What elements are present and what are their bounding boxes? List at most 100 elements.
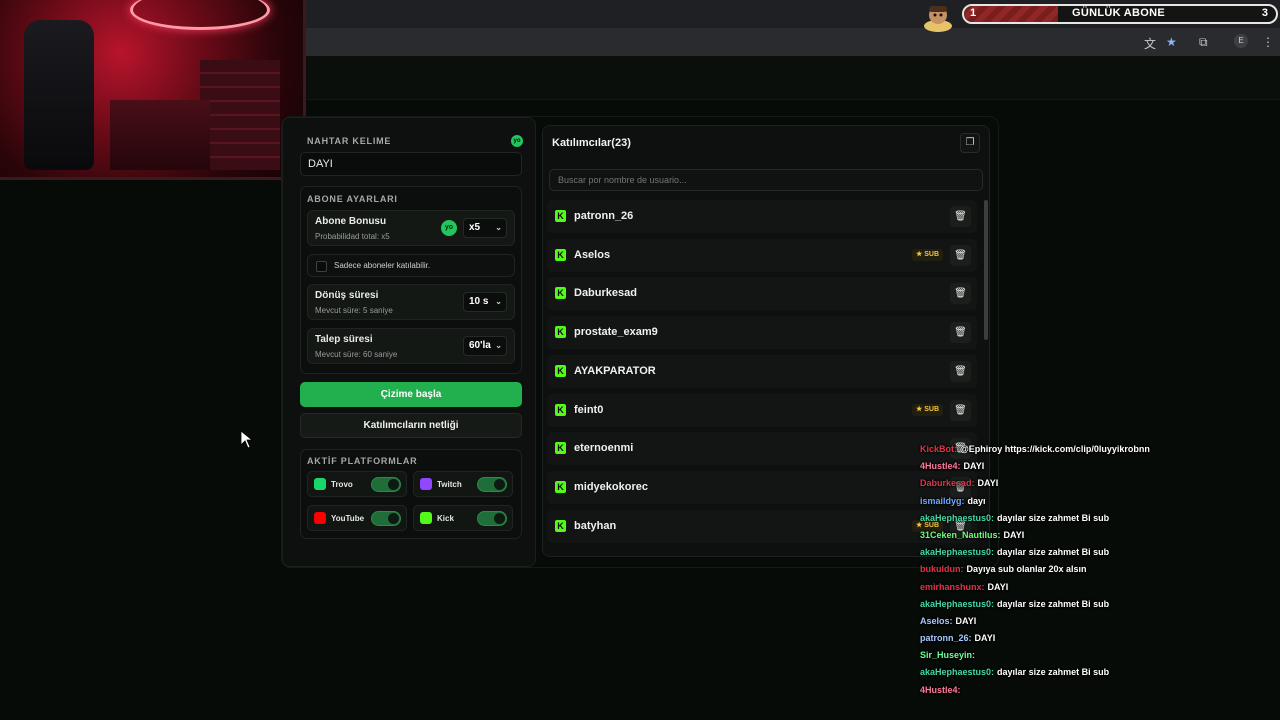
menu-icon[interactable]: ⋮ <box>1262 35 1274 49</box>
chevron-down-icon: ⌄ <box>495 341 502 350</box>
claim-duration-select[interactable]: 60'la ⌄ <box>463 336 507 356</box>
participant-row: Kpatronn_26 🗑 <box>547 200 977 233</box>
star-icon[interactable]: ★ <box>1166 35 1177 49</box>
platform-twitch-name: Twitch <box>437 480 462 489</box>
only-subs-checkbox[interactable] <box>316 261 327 272</box>
participant-name: batyhan <box>574 519 617 532</box>
delete-icon[interactable]: 🗑 <box>950 360 971 382</box>
chat-text: dayılar size zahmet Bi sub <box>997 598 1110 609</box>
chat-message: patronn_26: DAYI <box>920 633 1280 650</box>
participant-name: Aselos <box>574 248 611 261</box>
keyword-label: NAHTAR KELIME <box>307 136 392 146</box>
subscriber-goal-bar: 1 GÜNLÜK ABONE 3 <box>962 4 1278 24</box>
chat-message: 4Hustle4: <box>920 685 1280 702</box>
trovo-toggle[interactable] <box>371 477 401 492</box>
spin-duration-select[interactable]: 10 s ⌄ <box>463 292 507 312</box>
scrollbar[interactable] <box>984 200 988 340</box>
chat-username: akaHephaestus0: <box>920 667 995 678</box>
chat-text: dayı <box>967 495 986 506</box>
translate-icon[interactable]: 文 <box>1144 35 1156 52</box>
platform-trovo: Trovo <box>307 471 407 497</box>
delete-icon[interactable]: 🗑 <box>950 399 971 421</box>
chat-username: 4Hustle4: <box>920 461 961 472</box>
participant-name: feint0 <box>574 403 604 416</box>
chat-username: ismaildyg: <box>920 495 965 506</box>
platform-kick: Kick <box>413 505 513 531</box>
bonus-badge: yo <box>441 220 457 236</box>
chat-message: akaHephaestus0: dayılar size zahmet Bi su… <box>920 599 1280 616</box>
goal-target: 3 <box>1261 7 1268 19</box>
chat-text: dayılar size zahmet Bi sub <box>997 547 1110 558</box>
kick-icon: K <box>555 248 566 261</box>
chat-message: Aselos: DAYI <box>920 616 1280 633</box>
chat-username: akaHephaestus0: <box>920 598 995 609</box>
chat-text: dayılar size zahmet Bi sub <box>997 667 1110 678</box>
delete-icon[interactable]: 🗑 <box>950 322 971 344</box>
chat-message: KickBot: @Ephiroy https://kick.com/clip/0… <box>920 444 1280 461</box>
sub-badge: ★ SUB <box>911 403 943 416</box>
webcam-overlay <box>0 0 306 180</box>
chat-message: 31Ceken_Nautilus: DAYI <box>920 530 1280 547</box>
participants-title: Katılımcılar(23) <box>552 137 631 149</box>
chat-username: patronn_26: <box>920 633 972 644</box>
chat-text: dayılar size zahmet Bi sub <box>997 512 1110 523</box>
chat-username: akaHephaestus0: <box>920 512 995 523</box>
start-draw-button[interactable]: Çizime başla <box>300 382 522 407</box>
sub-bonus-select[interactable]: x5 ⌄ <box>463 218 507 238</box>
delete-icon[interactable]: 🗑 <box>950 283 971 305</box>
chat-text: DAYI <box>977 478 999 489</box>
copy-icon[interactable]: ❐ <box>960 133 980 153</box>
chat-username: Daburkesad: <box>920 478 975 489</box>
chat-message: bukuldun: Dayıya sub olanlar 20x alsın <box>920 564 1280 581</box>
participant-row: Kfeint0 ★ SUB 🗑 <box>547 393 977 427</box>
delete-icon[interactable]: 🗑 <box>950 244 971 266</box>
kick-icon: K <box>555 519 566 532</box>
kick-icon: K <box>555 480 566 493</box>
participant-name: AYAKPARATOR <box>574 364 656 377</box>
platform-twitch: Twitch <box>413 471 513 497</box>
trovo-icon <box>314 478 326 490</box>
claim-duration-value: 60'la <box>469 340 491 351</box>
chat-message: 4Hustle4: DAYI <box>920 461 1280 478</box>
participant-row: Keternoenmi 🗑 <box>547 432 977 466</box>
youtube-toggle[interactable] <box>371 511 401 526</box>
chat-message: Sir_Huseyin: <box>920 650 1280 667</box>
delete-icon[interactable]: 🗑 <box>950 206 971 227</box>
participant-name: patronn_26 <box>574 210 634 222</box>
claim-duration-title: Talep süresi <box>315 334 373 345</box>
clear-participants-button[interactable]: Katılımcıların netliği <box>300 413 522 438</box>
goal-current: 1 <box>970 7 977 19</box>
sub-badge-label: SUB <box>924 405 939 413</box>
twitch-icon <box>420 478 432 490</box>
participant-name: eternoenmi <box>574 442 634 455</box>
participants-list: Kpatronn_26 🗑 K Aselos ★ SUB 🗑 K Daburkesad 🗑 Kpr… <box>547 200 977 557</box>
profile-avatar[interactable]: E <box>1234 34 1248 48</box>
sub-bonus-card: Abone Bonusu Probabilidad total: x5 yo x… <box>307 210 515 246</box>
kick-toggle[interactable] <box>477 511 507 526</box>
only-subs-row[interactable]: Sadece aboneler katılabilir. <box>307 254 515 277</box>
keyword-input[interactable]: DAYI <box>300 152 522 176</box>
chat-username: 31Ceken_Nautilus: <box>920 529 1001 540</box>
kick-icon <box>420 512 432 524</box>
kick-icon: K <box>555 287 566 300</box>
sub-badge-label: SUB <box>924 250 939 258</box>
participant-search-input[interactable] <box>549 169 983 191</box>
platform-kick-name: Kick <box>437 514 454 523</box>
sub-settings-label: ABONE AYARLARI <box>307 194 398 204</box>
participant-row: K Aselos ★ SUB 🗑 <box>547 238 977 272</box>
extensions-icon[interactable]: ⧉ <box>1199 35 1208 50</box>
twitch-toggle[interactable] <box>477 477 507 492</box>
kick-icon: K <box>555 442 566 455</box>
goal-progress-fill <box>964 6 1058 22</box>
participant-row: K AYAKPARATOR 🗑 <box>547 354 977 388</box>
participant-row: Kbatyhan ★ SUB 🗑 <box>547 509 977 543</box>
desk <box>110 100 210 170</box>
chat-text: DAYI <box>987 581 1009 592</box>
spin-duration-title: Dönüş süresi <box>315 290 379 301</box>
chat-text: DAYI <box>974 633 996 644</box>
shelf <box>200 60 280 170</box>
goal-title: GÜNLÜK ABONE <box>1072 7 1166 19</box>
only-subs-label: Sadece aboneler katılabilir. <box>334 261 431 270</box>
platform-youtube-name: YouTube <box>331 514 365 523</box>
kick-icon: K <box>555 210 566 222</box>
